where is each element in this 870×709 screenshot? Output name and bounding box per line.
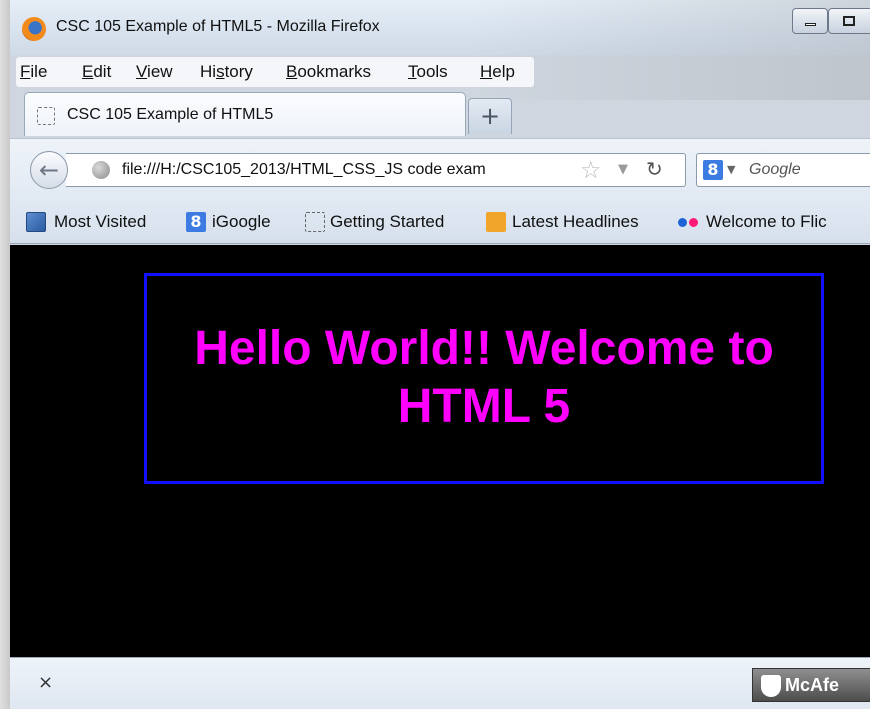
back-button[interactable]: ← <box>30 151 68 189</box>
window-edge <box>0 0 10 709</box>
reload-icon[interactable]: ↻ <box>646 157 663 181</box>
url-text[interactable]: file:///H:/CSC105_2013/HTML_CSS_JS code … <box>122 161 486 179</box>
status-bar: × McAfe <box>10 657 870 709</box>
navigation-bar: file:///H:/CSC105_2013/HTML_CSS_JS code … <box>10 138 870 200</box>
tab-active[interactable]: CSC 105 Example of HTML5 <box>24 92 466 136</box>
hello-heading: Hello World!! Welcome to HTML 5 <box>147 320 821 436</box>
menu-edit[interactable]: Edit <box>82 62 111 82</box>
close-addon-bar-icon[interactable]: × <box>38 672 53 693</box>
globe-icon <box>92 161 110 179</box>
mcafee-label: McAfe <box>785 675 840 695</box>
search-bar[interactable]: 8 ▼ Google <box>696 153 870 187</box>
firefox-logo-icon <box>22 17 46 41</box>
bookmarks-toolbar: Most Visited 8 iGoogle Getting Started L… <box>10 200 870 244</box>
menu-file[interactable]: File <box>20 62 47 82</box>
history-dropdown-icon[interactable]: ▼ <box>618 162 628 177</box>
menu-view[interactable]: View <box>136 62 173 82</box>
maximize-button[interactable] <box>828 8 870 34</box>
bookmark-flickr[interactable]: Welcome to Flic <box>706 212 827 232</box>
hello-box: Hello World!! Welcome to HTML 5 <box>144 273 824 484</box>
blank-page-icon <box>37 107 55 125</box>
firefox-window: CSC 105 Example of HTML5 - Mozilla Firef… <box>10 0 870 709</box>
getting-started-icon <box>305 212 325 232</box>
tab-strip: CSC 105 Example of HTML5 + <box>10 90 870 138</box>
mcafee-badge[interactable]: McAfe <box>752 668 870 702</box>
menu-tools[interactable]: Tools <box>408 62 448 82</box>
minimize-button[interactable] <box>792 8 828 34</box>
tab-title: CSC 105 Example of HTML5 <box>67 106 274 123</box>
bookmark-star-icon[interactable]: ☆ <box>580 156 602 184</box>
search-input[interactable]: Google <box>749 161 801 179</box>
menu-help[interactable]: Help <box>480 62 515 82</box>
google-engine-icon[interactable]: 8 <box>703 160 723 180</box>
menu-history[interactable]: History <box>200 62 253 82</box>
mcafee-shield-icon <box>761 675 781 697</box>
hello-line-1: Hello World!! Welcome to <box>194 322 774 375</box>
window-title: CSC 105 Example of HTML5 - Mozilla Firef… <box>56 18 380 35</box>
new-tab-button[interactable]: + <box>468 98 512 134</box>
bookmark-latest-headlines[interactable]: Latest Headlines <box>512 212 639 232</box>
back-arrow-icon: ← <box>38 156 60 184</box>
menu-bar: File Edit View History Bookmarks Tools H… <box>10 57 870 89</box>
title-bar: CSC 105 Example of HTML5 - Mozilla Firef… <box>10 0 870 100</box>
hello-line-2: HTML 5 <box>397 380 571 433</box>
most-visited-icon <box>26 212 46 232</box>
flickr-icon <box>678 212 702 232</box>
bookmark-igoogle[interactable]: iGoogle <box>212 212 271 232</box>
bookmark-getting-started[interactable]: Getting Started <box>330 212 444 232</box>
minimize-icon <box>805 23 816 26</box>
maximize-icon <box>843 16 855 26</box>
engine-dropdown-icon[interactable]: ▼ <box>727 163 735 176</box>
igoogle-icon: 8 <box>186 212 206 232</box>
url-bar[interactable]: file:///H:/CSC105_2013/HTML_CSS_JS code … <box>66 153 686 187</box>
bookmark-most-visited[interactable]: Most Visited <box>54 212 146 232</box>
rss-icon <box>486 212 506 232</box>
menu-bookmarks[interactable]: Bookmarks <box>286 62 371 82</box>
page-content: Hello World!! Welcome to HTML 5 <box>10 245 870 657</box>
